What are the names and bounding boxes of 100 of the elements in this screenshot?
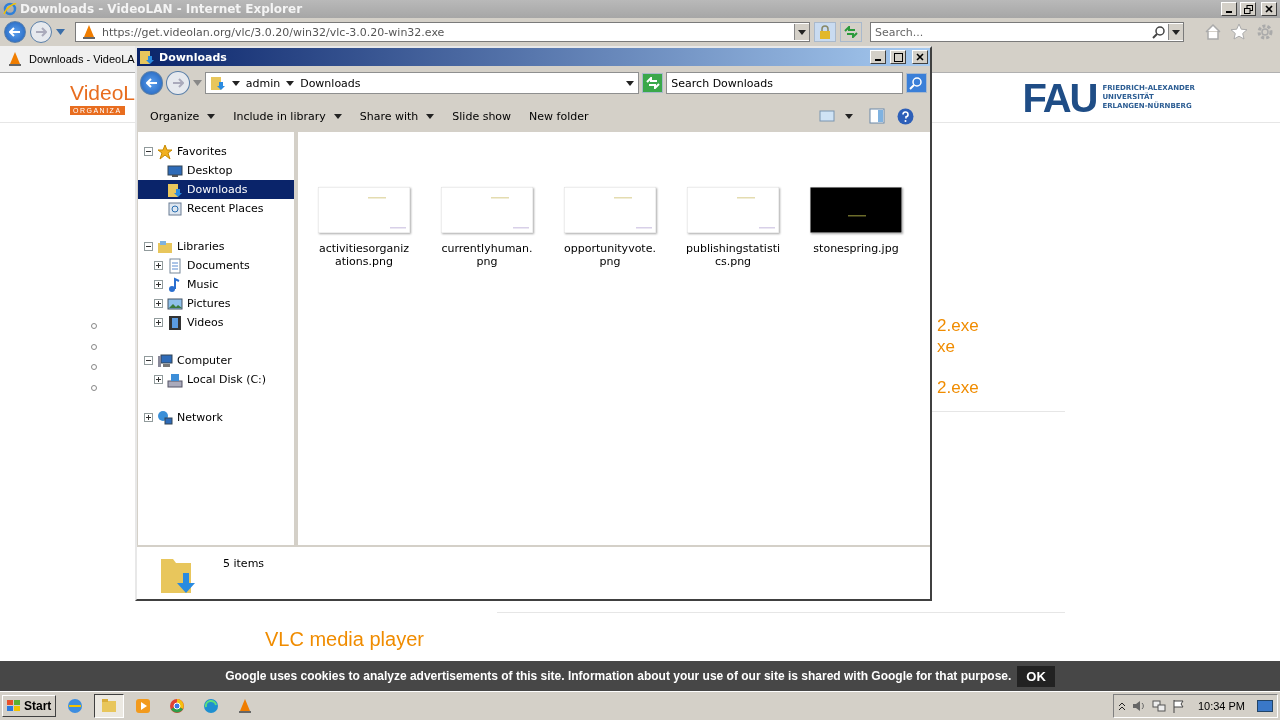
expand-icon[interactable] bbox=[154, 299, 163, 308]
folder-icon bbox=[139, 49, 155, 65]
close-button[interactable] bbox=[912, 50, 928, 64]
search-button[interactable] bbox=[905, 73, 927, 93]
close-button[interactable] bbox=[1261, 2, 1277, 16]
caret-icon bbox=[1172, 29, 1180, 35]
globe-icon bbox=[66, 697, 85, 715]
network-icon[interactable] bbox=[1151, 699, 1166, 713]
help-icon[interactable] bbox=[897, 107, 914, 125]
refresh-button[interactable] bbox=[840, 22, 862, 42]
logo-text: FAU bbox=[1022, 78, 1097, 117]
refresh-arrows-icon bbox=[844, 26, 858, 38]
breadcrumb-item[interactable]: admin bbox=[245, 76, 281, 90]
computer-icon bbox=[157, 352, 173, 369]
toolbar-button[interactable]: Include in library bbox=[224, 105, 351, 127]
restore-icon bbox=[1243, 4, 1253, 14]
tree-item[interactable]: Videos bbox=[138, 313, 294, 332]
file-name[interactable]: opportunityvote.png bbox=[563, 242, 657, 268]
tree-item[interactable]: Pictures bbox=[138, 294, 294, 313]
folder-icon bbox=[100, 697, 119, 715]
forward-button[interactable] bbox=[30, 21, 52, 43]
start-button[interactable]: Start bbox=[2, 695, 57, 717]
search-icon bbox=[909, 76, 924, 90]
film-icon bbox=[167, 314, 183, 331]
tree-item[interactable]: Music bbox=[138, 275, 294, 294]
play-icon bbox=[134, 697, 153, 715]
forward-button[interactable] bbox=[166, 71, 190, 95]
folder-icon bbox=[167, 181, 183, 198]
dropdown-button[interactable] bbox=[1168, 24, 1183, 40]
tree-item[interactable]: Favorites bbox=[138, 142, 294, 161]
tree-item[interactable]: Computer bbox=[138, 351, 294, 370]
expand-icon[interactable] bbox=[144, 413, 153, 422]
traffic-cone-icon bbox=[80, 23, 98, 41]
window-title: Downloads - VideoLAN - Internet Explorer bbox=[20, 2, 304, 16]
forward-arrow-icon bbox=[172, 78, 185, 88]
file-name[interactable]: stonespring.jpg bbox=[809, 242, 903, 255]
search-field[interactable]: Search Downloads bbox=[666, 72, 903, 94]
file-name[interactable]: currentlyhuman.png bbox=[440, 242, 534, 268]
close-icon bbox=[1265, 5, 1273, 13]
dropdown-button[interactable] bbox=[794, 24, 809, 40]
tree-item[interactable]: Desktop bbox=[138, 161, 294, 180]
search-field[interactable]: Search... bbox=[870, 22, 1184, 42]
tree-item[interactable]: Recent Places bbox=[138, 199, 294, 218]
collapse-icon[interactable] bbox=[144, 242, 153, 251]
star-icon[interactable] bbox=[1230, 23, 1248, 41]
address-field[interactable]: https://get.videolan.org/vlc/3.0.20/win32/vlc-3.0.20-win32.exe bbox=[75, 22, 810, 42]
caret-icon bbox=[625, 80, 634, 86]
tree-item[interactable]: Libraries bbox=[138, 237, 294, 256]
tree-item[interactable]: Documents bbox=[138, 256, 294, 275]
round-logo-icon bbox=[168, 697, 187, 715]
search-icon[interactable] bbox=[1152, 25, 1166, 39]
caret-icon bbox=[333, 113, 342, 119]
expand-icon[interactable] bbox=[154, 318, 163, 327]
wave-logo-icon bbox=[202, 697, 221, 715]
minimize-button[interactable] bbox=[1221, 2, 1237, 16]
toolbar-button[interactable]: Share with bbox=[350, 105, 444, 127]
ok-button[interactable]: OK bbox=[1017, 665, 1055, 687]
toolbar-button[interactable]: Slide show bbox=[443, 105, 521, 127]
folder-icon bbox=[209, 75, 226, 91]
show-desktop-icon[interactable] bbox=[1257, 700, 1273, 712]
collapse-icon[interactable] bbox=[144, 147, 153, 156]
maximize-button[interactable] bbox=[890, 50, 906, 64]
address-bar[interactable]: admin Downloads bbox=[204, 72, 639, 94]
maximize-icon bbox=[893, 52, 903, 62]
star-icon bbox=[157, 143, 173, 160]
logo-text: VideoL bbox=[70, 80, 135, 106]
browser-tab[interactable]: Downloads - VideoLA bbox=[0, 46, 137, 72]
tree-item[interactable]: Downloads bbox=[138, 180, 294, 199]
file-name[interactable]: publishingstatistics.png bbox=[686, 242, 780, 268]
back-arrow-icon bbox=[145, 78, 158, 88]
speaker-icon[interactable] bbox=[1131, 699, 1146, 713]
collapse-icon[interactable] bbox=[144, 356, 153, 365]
drive-icon bbox=[167, 371, 183, 388]
recent-places-icon bbox=[167, 200, 183, 217]
picture-icon bbox=[167, 295, 183, 312]
history-caret-icon[interactable] bbox=[56, 29, 65, 35]
taskbar-app[interactable] bbox=[94, 694, 125, 718]
tree-item[interactable]: Local Disk (C:) bbox=[138, 370, 294, 389]
minimize-button[interactable] bbox=[870, 50, 886, 64]
expand-icon[interactable] bbox=[154, 261, 163, 270]
file-name[interactable]: activitiesorganizations.png bbox=[317, 242, 411, 268]
section-heading: VLC media player bbox=[265, 628, 425, 651]
monitor-icon bbox=[167, 162, 183, 179]
traffic-cone-icon bbox=[6, 50, 24, 68]
show-hidden-icon[interactable] bbox=[1117, 701, 1126, 711]
expand-icon[interactable] bbox=[154, 280, 163, 289]
back-button[interactable] bbox=[4, 21, 26, 43]
refresh-arrows-icon bbox=[645, 77, 660, 89]
restore-button[interactable] bbox=[1240, 2, 1256, 16]
expand-icon[interactable] bbox=[154, 375, 163, 384]
cookie-notice: Google uses cookies to analyze advertisements of this site. Information about your use of our site is shared with Google for that purpose. bbox=[225, 669, 1012, 683]
toolbar-button[interactable]: Organize bbox=[141, 105, 225, 127]
flag-icon[interactable] bbox=[1171, 699, 1186, 713]
breadcrumb-item[interactable]: Downloads bbox=[300, 76, 361, 90]
back-button[interactable] bbox=[140, 71, 164, 95]
clock: 10:34 PM bbox=[1197, 700, 1245, 712]
refresh-button[interactable] bbox=[641, 73, 664, 93]
caret-icon bbox=[207, 113, 216, 119]
toolbar-button[interactable]: New folder bbox=[520, 105, 598, 127]
tree-item[interactable]: Network bbox=[138, 408, 294, 427]
